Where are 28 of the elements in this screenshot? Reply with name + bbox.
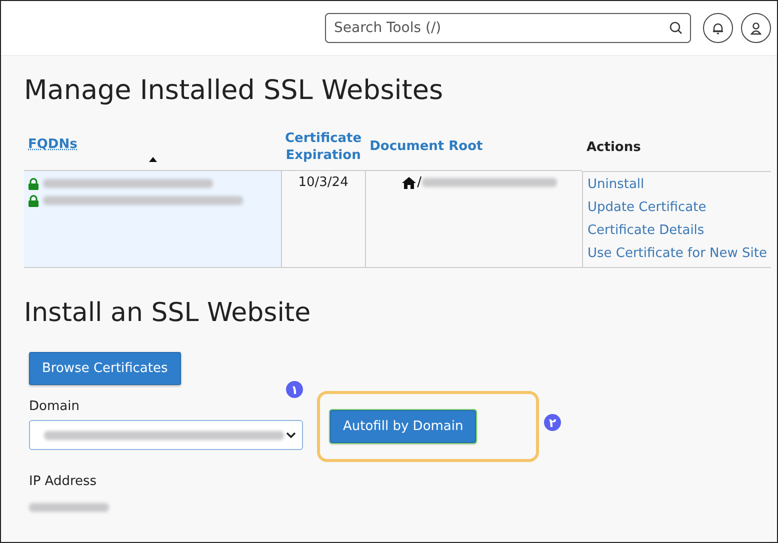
step-badge: ۲ <box>544 414 561 431</box>
ip-address-label: IP Address <box>29 474 98 489</box>
action-link[interactable]: Uninstall <box>587 176 767 192</box>
search-field[interactable]: Search Tools (/) <box>325 13 691 43</box>
column-header-link[interactable]: Document Root <box>370 138 483 155</box>
browse-certificates-button[interactable]: Browse Certificates <box>29 352 181 385</box>
action-link[interactable]: Update Certificate <box>587 200 767 214</box>
path-separator: / <box>417 175 422 190</box>
lock-icon <box>28 178 39 190</box>
search-icon <box>669 21 683 35</box>
lock-icon <box>28 194 39 206</box>
bell-icon <box>712 22 724 34</box>
user-icon <box>750 22 762 34</box>
page-title: Manage Installed SSL Websites <box>24 75 444 106</box>
column-header-link[interactable]: FQDNs <box>28 136 78 153</box>
chevron-down-icon <box>286 432 296 438</box>
step-badge: ۱ <box>286 381 303 398</box>
action-link[interactable]: Certificate Details <box>587 222 767 238</box>
column-header: Actions <box>586 140 641 155</box>
column-header-link[interactable]: Certificate Expiration <box>285 130 362 164</box>
autofill-button[interactable]: Autofill by Domain <box>330 410 476 443</box>
home-icon <box>402 176 416 188</box>
domain-label: Domain <box>29 399 80 414</box>
notifications-button[interactable] <box>703 13 733 43</box>
expiration-date: 10/3/24 <box>298 175 348 190</box>
action-link[interactable]: Use Certificate for New Site <box>587 246 767 260</box>
section-title: Install an SSL Website <box>24 298 312 328</box>
user-button[interactable] <box>741 13 771 43</box>
